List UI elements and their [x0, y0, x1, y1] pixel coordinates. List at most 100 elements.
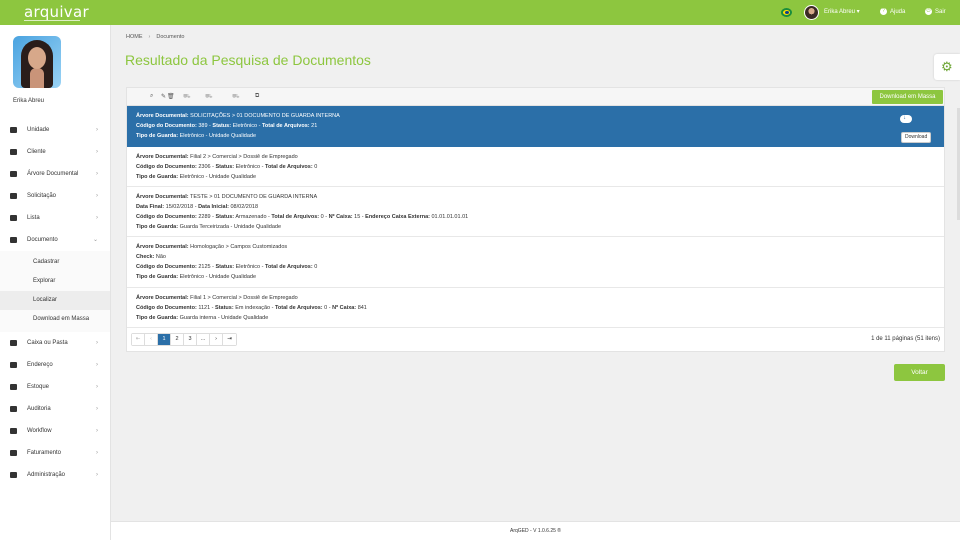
user-avatar[interactable]	[804, 5, 819, 20]
building-icon	[10, 149, 17, 155]
guarda-value: Guarda interna - Unidade Qualidade	[179, 315, 269, 321]
last-page-button[interactable]: ⇥	[223, 334, 236, 345]
sidebar-item-documento[interactable]: Documento ⌄	[0, 229, 110, 251]
documento-submenu: Cadastrar Explorar Localizar Download em…	[0, 251, 110, 332]
breadcrumb-current: Documento	[156, 34, 185, 40]
copy-icon[interactable]: ⧉	[255, 93, 259, 100]
codigo-value: 2306	[198, 164, 211, 170]
breadcrumb: HOME › Documento	[126, 34, 184, 40]
sidebar-item-label: Cliente	[27, 149, 46, 155]
profile-photo	[13, 36, 61, 88]
sidebar-item-endereco[interactable]: Endereço ›	[0, 354, 110, 376]
user-menu[interactable]: Erika Abreu ▾	[824, 8, 860, 15]
sidebar-item-solicitacao[interactable]: Solicitação ›	[0, 185, 110, 207]
sidebar-item-unidade[interactable]: Unidade ›	[0, 119, 110, 141]
page-button-1[interactable]: 1	[158, 334, 171, 345]
guarda-value: Guarda Terceirizada - Unidade Qualidade	[179, 224, 282, 230]
language-flag-icon[interactable]	[781, 8, 792, 17]
sidebar-item-label: Unidade	[27, 127, 50, 133]
sidebar-menu: Unidade › Cliente › Árvore Documental › Sol…	[0, 119, 110, 486]
table-row[interactable]: Árvore Documental: TESTE > 01 DOCUMENTO …	[127, 187, 944, 237]
download-em-massa-button[interactable]: Download em Massa	[872, 90, 943, 104]
trash-icon[interactable]: 🗑	[167, 93, 175, 100]
row-line: Tipo de Guarda: Eletrônico - Unidade Qua…	[136, 274, 257, 280]
sidebar-subitem-explorar[interactable]: Explorar	[0, 272, 110, 291]
list-icon	[10, 215, 17, 221]
sidebar-subitem-cadastrar[interactable]: Cadastrar	[0, 253, 110, 272]
sidebar-item-estoque[interactable]: Estoque ›	[0, 376, 110, 398]
sidebar: Erika Abreu Unidade › Cliente › Árvore Doc…	[0, 25, 111, 540]
row-line: Data Final: 15/02/2018 - Data Inicial: 0…	[136, 204, 259, 210]
first-page-button[interactable]: ⇤	[132, 334, 145, 345]
voltar-button[interactable]: Voltar	[894, 364, 945, 381]
document-icon	[10, 237, 17, 243]
settings-tab[interactable]: ⚙	[934, 54, 960, 80]
row-line: Tipo de Guarda: Eletrônico - Unidade Qua…	[136, 174, 257, 180]
row-line: Tipo de Guarda: Guarda Terceirizada - Un…	[136, 224, 282, 230]
row-line: Código do Documento: 1121 - Status: Em i…	[136, 305, 367, 311]
footer: ArqGED - V 1.0.6.25 ®	[111, 521, 960, 540]
table-row[interactable]: Árvore Documental: Homologação > Campos …	[127, 237, 944, 288]
table-row[interactable]: Árvore Documental: Filial 1 > Comercial …	[127, 288, 944, 328]
sidebar-item-faturamento[interactable]: Faturamento ›	[0, 442, 110, 464]
row-line: Árvore Documental: Homologação > Campos …	[136, 244, 288, 250]
chevron-right-icon: ›	[96, 340, 98, 346]
row-line: Tipo de Guarda: Eletrônico - Unidade Qua…	[136, 133, 257, 139]
edit-icon[interactable]: ✎	[161, 93, 166, 100]
row-line: Árvore Documental: TESTE > 01 DOCUMENTO …	[136, 194, 318, 200]
sidebar-subitem-localizar[interactable]: Localizar	[0, 291, 110, 310]
search-icon[interactable]: ⌕	[150, 93, 153, 100]
row-line: Árvore Documental: SOLICITAÇÕES > 01 DOC…	[136, 113, 340, 119]
breadcrumb-home[interactable]: HOME	[126, 34, 143, 40]
chevron-right-icon: ›	[96, 472, 98, 478]
download-tooltip: Download	[901, 132, 932, 143]
truck-out-icon[interactable]: ⛟	[183, 93, 191, 101]
status-value: Armazenado	[235, 214, 267, 220]
help-link[interactable]: ? Ajuda	[880, 8, 905, 15]
sidebar-item-label: Administração	[27, 472, 66, 478]
chevron-right-icon: ›	[96, 215, 98, 221]
sidebar-item-label: Auditoria	[27, 406, 51, 412]
sidebar-item-cliente[interactable]: Cliente ›	[0, 141, 110, 163]
sidebar-item-label: Endereço	[27, 362, 53, 368]
caixa-value: 841	[357, 305, 367, 311]
chevron-right-icon: ›	[96, 362, 98, 368]
profile-name: Erika Abreu	[13, 98, 45, 104]
page-button-3[interactable]: 3	[184, 334, 197, 345]
page-button-ellipsis[interactable]: ...	[197, 334, 210, 345]
prev-page-button[interactable]: ‹	[145, 334, 158, 345]
sidebar-item-label: Faturamento	[27, 450, 62, 456]
status-value: Eletrônico	[232, 123, 258, 129]
table-row[interactable]: Árvore Documental: Filial 2 > Comercial …	[127, 147, 944, 187]
cloud-download-icon[interactable]	[900, 113, 912, 123]
next-page-button[interactable]: ›	[210, 334, 223, 345]
cart-icon	[10, 193, 17, 199]
total-value: 0	[324, 305, 328, 311]
cart-icon[interactable]: ⛟	[232, 93, 240, 101]
sidebar-item-workflow[interactable]: Workflow ›	[0, 420, 110, 442]
pagination: ⇤ ‹ 1 2 3 ... › ⇥	[131, 333, 237, 346]
cog-icon	[10, 472, 17, 478]
page-button-2[interactable]: 2	[171, 334, 184, 345]
exit-link[interactable]: ⏻ Sair	[925, 8, 946, 15]
chevron-right-icon: ›	[96, 127, 98, 133]
box-icon	[10, 340, 17, 346]
sidebar-item-label: Solicitação	[27, 193, 57, 199]
cart-return-icon[interactable]: ⛟	[205, 93, 213, 101]
app-logo[interactable]: arquivar	[24, 3, 89, 21]
chevron-right-icon: ›	[96, 193, 98, 199]
help-label: Ajuda	[890, 9, 906, 16]
money-icon	[10, 450, 17, 456]
table-row[interactable]: Árvore Documental: SOLICITAÇÕES > 01 DOC…	[127, 106, 944, 147]
sidebar-item-caixa-ou-pasta[interactable]: Caixa ou Pasta ›	[0, 332, 110, 354]
sidebar-subitem-download-em-massa[interactable]: Download em Massa	[0, 310, 110, 329]
row-line: Código do Documento: 2125 - Status: Elet…	[136, 264, 318, 270]
pagination-info: 1 de 11 páginas (51 itens)	[871, 336, 940, 342]
data-inicial-value: 08/02/2018	[230, 204, 259, 210]
sidebar-item-auditoria[interactable]: Auditoria ›	[0, 398, 110, 420]
sidebar-item-arvore-documental[interactable]: Árvore Documental ›	[0, 163, 110, 185]
sidebar-item-administracao[interactable]: Administração ›	[0, 464, 110, 486]
sidebar-item-lista[interactable]: Lista ›	[0, 207, 110, 229]
top-bar: arquivar Erika Abreu ▾ ? Ajuda ⏻ Sair	[0, 0, 960, 25]
gear-icon: ⚙	[941, 59, 953, 74]
